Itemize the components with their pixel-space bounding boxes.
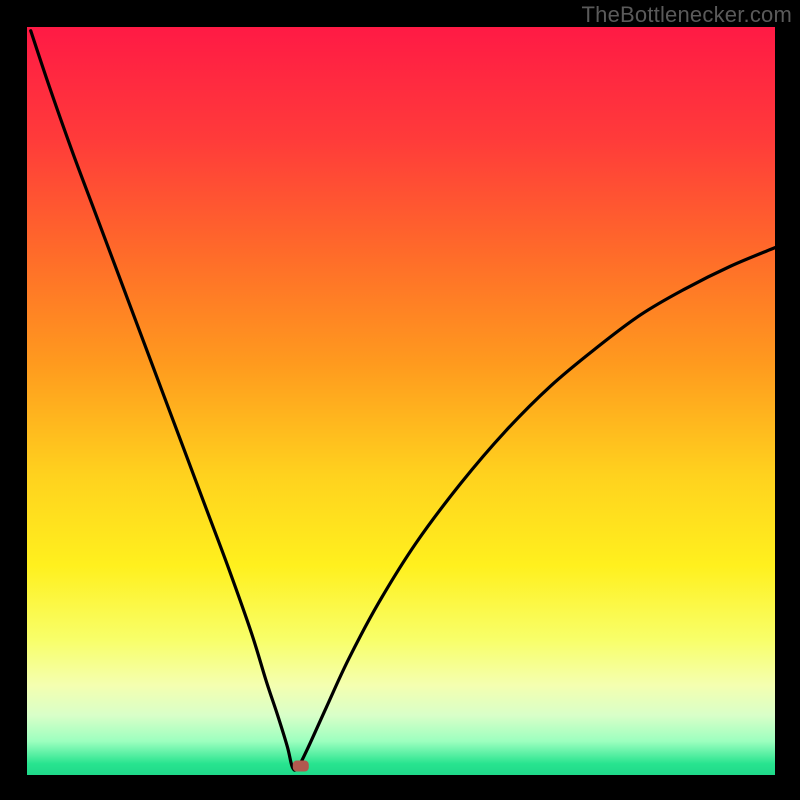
optimum-marker <box>293 761 309 772</box>
watermark-text: TheBottlenecker.com <box>582 2 792 28</box>
gradient-background <box>27 27 775 775</box>
bottleneck-chart <box>27 27 775 775</box>
chart-frame: TheBottlenecker.com <box>0 0 800 800</box>
plot-area <box>27 27 775 775</box>
